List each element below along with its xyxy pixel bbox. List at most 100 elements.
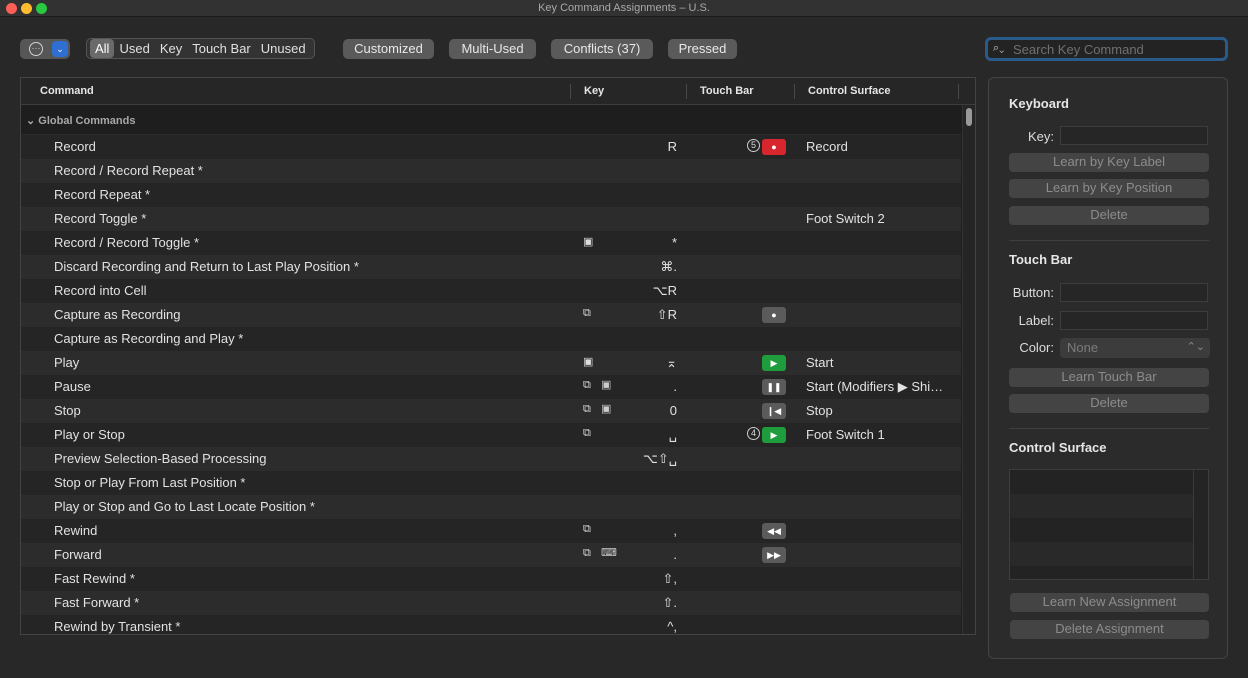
table-row[interactable]: Record R 5 ● Record [21, 135, 961, 159]
key-assignment: . [673, 379, 677, 394]
list-item[interactable] [1010, 470, 1208, 494]
table-row[interactable]: Pause ⧉ ▣. ❚❚ Start (Modifiers ▶ Shi… [21, 375, 961, 399]
table-row[interactable]: Capture as Recording and Play * [21, 327, 961, 351]
keyboard-delete-button[interactable]: Delete [1009, 206, 1209, 225]
table-scrollbar[interactable] [962, 105, 975, 634]
table-row[interactable]: Preview Selection-Based Processing ⌥⇧␣ [21, 447, 961, 471]
tab-key[interactable]: Key [155, 39, 187, 58]
pause-icon: ❚❚ [762, 379, 786, 395]
control-surface-assignment: Record [806, 139, 848, 154]
table-row[interactable]: Play ▣ ⌅ ▶ Start [21, 351, 961, 375]
list-item[interactable] [1010, 542, 1208, 566]
learn-new-assignment-button[interactable]: Learn New Assignment [1010, 593, 1209, 612]
table-row[interactable]: Play or Stop and Go to Last Locate Posit… [21, 495, 961, 519]
button-label: Button: [1012, 285, 1054, 300]
key-assignment: ⌅ [666, 355, 677, 370]
table-row[interactable]: Record into Cell ⌥R [21, 279, 961, 303]
column-header-touch-bar[interactable]: Touch Bar [700, 85, 754, 97]
table-row[interactable]: Fast Rewind * ⇧, [21, 567, 961, 591]
layers-icon: ⧉ [583, 403, 591, 415]
tab-used[interactable]: Used [114, 39, 154, 58]
column-divider [570, 84, 571, 99]
table-row[interactable]: Capture as Recording ⧉ ⇧R ● [21, 303, 961, 327]
rows-list: Record R 5 ● Record Record / Record Repeat * R… [21, 135, 961, 634]
table-row[interactable]: Fast Forward * ⇧. [21, 591, 961, 615]
key-field[interactable] [1060, 126, 1208, 145]
chevron-down-icon[interactable]: ⌄ [52, 41, 68, 57]
column-header-key[interactable]: Key [584, 85, 604, 97]
search-field[interactable]: ⌕⌄ [985, 37, 1228, 61]
command-name: Record Repeat * [54, 187, 151, 202]
command-name: Discard Recording and Return to Last Pla… [54, 259, 359, 274]
control-surface-assignment: Foot Switch 2 [806, 211, 885, 226]
table-row[interactable]: Stop or Play From Last Position * [21, 471, 961, 495]
up-down-chevron-icon: ⌃⌄ [1186, 341, 1205, 353]
table-row[interactable]: Record / Record Repeat * [21, 159, 961, 183]
control-surface-list[interactable] [1009, 469, 1209, 580]
table-row[interactable]: Discard Recording and Return to Last Pla… [21, 255, 961, 279]
table-row[interactable]: Record Repeat * [21, 183, 961, 207]
command-name: Capture as Recording [54, 307, 181, 322]
multi-used-button[interactable]: Multi-Used [449, 39, 536, 59]
command-name: Play or Stop [54, 427, 125, 442]
key-label: Key: [1027, 129, 1054, 144]
fast-forward-icon: ▶▶ [762, 547, 786, 563]
tab-touch-bar[interactable]: Touch Bar [187, 39, 256, 58]
command-name: Record / Record Toggle * [54, 235, 200, 250]
window-title: Key Command Assignments – U.S. [538, 2, 710, 14]
list-item[interactable] [1010, 518, 1208, 542]
key-assignment: ⌥⇧␣ [642, 451, 677, 466]
control-surface-assignment: Foot Switch 1 [806, 427, 885, 442]
group-label: ⌄ Global Commands [26, 115, 136, 127]
table-row[interactable]: Play or Stop ⧉ ␣ 4 ▶ Foot Switch 1 [21, 423, 961, 447]
command-name: Play [54, 355, 80, 370]
delete-assignment-button[interactable]: Delete Assignment [1010, 620, 1209, 639]
column-header-control-surface[interactable]: Control Surface [808, 85, 891, 97]
table-row[interactable]: Record Toggle * Foot Switch 2 [21, 207, 961, 231]
column-divider [958, 84, 959, 99]
tab-all[interactable]: All [90, 39, 115, 58]
touch-bar-button-field[interactable] [1060, 283, 1208, 302]
touch-bar-delete-button[interactable]: Delete [1009, 394, 1209, 413]
label-label: Label: [1018, 313, 1054, 328]
list-item[interactable] [1010, 494, 1208, 518]
search-input[interactable] [1013, 41, 1218, 58]
command-name: Fast Forward * [54, 595, 140, 610]
command-name: Rewind by Transient * [54, 619, 181, 634]
table-body: ⌄ Global Commands Record R 5 ● Record Record … [21, 105, 961, 634]
tab-unused[interactable]: Unused [256, 39, 311, 58]
control-surface-assignment: Stop [806, 403, 833, 418]
learn-touch-bar-button[interactable]: Learn Touch Bar [1009, 368, 1209, 387]
key-assignment: 0 [669, 403, 677, 418]
conflicts-button[interactable]: Conflicts (37) [551, 39, 653, 59]
pressed-button[interactable]: Pressed [668, 39, 737, 59]
group-row-global-commands[interactable]: ⌄ Global Commands [21, 105, 961, 135]
key-assignment: * [671, 235, 677, 250]
table-row[interactable]: Stop ⧉ ▣ 0 ❙◀ Stop [21, 399, 961, 423]
key-assignment: ⌘. [660, 259, 677, 274]
record-icon: ● [762, 307, 786, 323]
column-header-command[interactable]: Command [40, 85, 94, 97]
layers-icon: ⧉ [583, 547, 591, 559]
key-assignment: ⌥R [652, 283, 677, 298]
key-assignment: ^, [667, 619, 677, 634]
color-select[interactable]: None ⌃⌄ [1060, 338, 1210, 358]
learn-by-key-label-button[interactable]: Learn by Key Label [1009, 153, 1209, 172]
ellipsis-circle-icon: ··· [29, 42, 43, 56]
table-row[interactable]: Record / Record Toggle * ▣ * [21, 231, 961, 255]
touch-bar-label-field[interactable] [1060, 311, 1208, 330]
command-name: Record [54, 139, 96, 154]
scrollbar-thumb[interactable] [966, 108, 972, 126]
learn-by-key-position-button[interactable]: Learn by Key Position [1009, 179, 1209, 198]
table-row[interactable]: Rewind by Transient * ^, [21, 615, 961, 634]
customized-button[interactable]: Customized [343, 39, 434, 59]
command-name: Play or Stop and Go to Last Locate Posit… [54, 499, 315, 514]
table-row[interactable]: Rewind ⧉, ◀◀ [21, 519, 961, 543]
list-item[interactable] [1010, 566, 1208, 579]
list-scrollbar[interactable] [1193, 470, 1208, 579]
command-name: Record / Record Repeat * [54, 163, 203, 178]
keypad-icon: ▣ [583, 236, 594, 248]
view-options-button[interactable]: ··· ⌄ [20, 39, 70, 59]
command-name: Preview Selection-Based Processing [54, 451, 267, 466]
table-row[interactable]: Forward ⧉ ⌨. ▶▶ [21, 543, 961, 567]
